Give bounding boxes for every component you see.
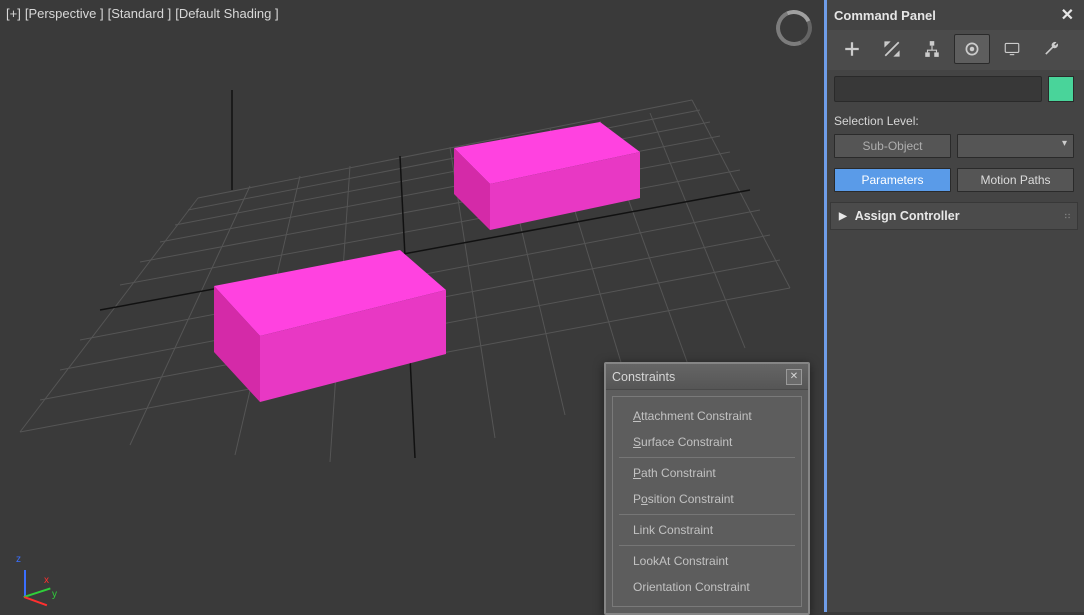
menu-separator [619,457,795,458]
menu-item-surface-constraint[interactable]: Surface Constraint [613,429,801,455]
tab-motion[interactable] [954,34,990,64]
tab-display[interactable] [994,34,1030,64]
rollout-assign-controller[interactable]: ▶ Assign Controller ∷ [830,202,1078,230]
command-panel: Command Panel ✕ Selection Level: Sub-Obj… [824,0,1084,612]
tab-utilities[interactable] [1034,34,1070,64]
wrench-icon [1043,40,1061,58]
sub-object-dropdown[interactable] [957,134,1074,158]
object-color-swatch[interactable] [1048,76,1074,102]
rollout-header[interactable]: ▶ Assign Controller ∷ [831,203,1077,229]
viewport-shading-mode[interactable]: [Default Shading ] [175,6,278,21]
command-panel-title: Command Panel [834,8,936,23]
close-icon[interactable]: ✕ [1061,5,1074,25]
chevron-right-icon: ▶ [839,211,847,222]
constraints-title: Constraints [612,370,675,384]
command-panel-tabs [824,30,1084,70]
viewport-label[interactable]: [+] [Perspective ] [Standard ] [Default … [6,6,279,21]
constraints-menu: Attachment ConstraintSurface Constraint P… [612,396,802,607]
rollout-title: Assign Controller [855,209,960,223]
menu-separator [619,514,795,515]
box-object-1[interactable] [200,240,460,410]
menu-item-path-constraint[interactable]: Path Constraint [613,460,801,486]
menu-item-attachment-constraint[interactable]: Attachment Constraint [613,403,801,429]
box-object-2[interactable] [440,112,650,242]
tab-modify[interactable] [874,34,910,64]
tab-create[interactable] [834,34,870,64]
menu-item-position-constraint[interactable]: Position Constraint [613,486,801,512]
menu-item-lookat-constraint[interactable]: LookAt Constraint [613,548,801,574]
parameters-button[interactable]: Parameters [834,168,951,192]
menu-item-orientation-constraint[interactable]: Orientation Constraint [613,574,801,600]
object-name-input[interactable] [834,76,1042,102]
sub-object-button[interactable]: Sub-Object [834,134,951,158]
menu-separator [619,545,795,546]
motion-icon [963,40,981,58]
tab-hierarchy[interactable] [914,34,950,64]
display-icon [1003,40,1021,58]
grip-icon: ∷ [1065,212,1069,221]
constraints-popup[interactable]: Constraints ✕ Attachment ConstraintSurfa… [604,362,810,615]
command-panel-titlebar[interactable]: Command Panel ✕ [824,0,1084,30]
viewport-shading-standard[interactable]: [Standard ] [108,6,172,21]
hierarchy-icon [923,40,941,58]
close-icon[interactable]: ✕ [786,369,802,385]
panel-accent-bar [824,0,827,612]
axis-gizmo: z y x [14,558,54,598]
constraints-titlebar[interactable]: Constraints ✕ [606,364,808,390]
viewport-menu-toggle[interactable]: [+] [6,6,21,21]
plus-icon [843,40,861,58]
motion-paths-button[interactable]: Motion Paths [957,168,1074,192]
menu-item-link-constraint[interactable]: Link Constraint [613,517,801,543]
modify-icon [883,40,901,58]
selection-level-label: Selection Level: [824,112,1084,134]
viewport-type-label[interactable]: [Perspective ] [25,6,104,21]
